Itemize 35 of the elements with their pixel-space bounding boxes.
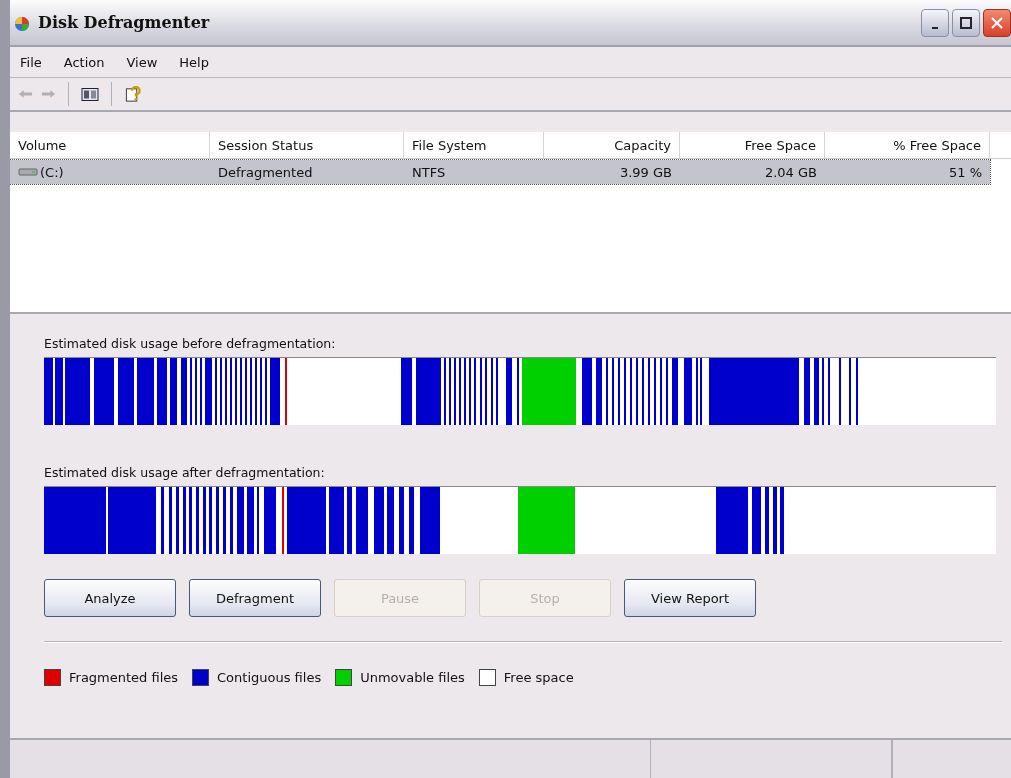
legend-label: Fragmented files [69, 670, 179, 685]
table-cell: 3.99 GB [619, 164, 672, 180]
action-button[interactable]: Analyze [44, 579, 176, 617]
legend-label: Contiguous files [217, 670, 322, 685]
column-header[interactable]: Capacity [544, 132, 680, 158]
minimize-icon [932, 26, 938, 29]
panel-icon[interactable] [81, 85, 99, 103]
table-cell: 2.04 GB [764, 164, 817, 180]
legend-label: Unmovable files [360, 670, 465, 685]
maximize-button[interactable] [952, 8, 980, 37]
usage-label: Estimated disk usage after defragmentation: [44, 465, 326, 480]
column-header[interactable]: File System [404, 132, 544, 158]
close-button[interactable] [983, 8, 1011, 37]
action-button[interactable]: Defragment [189, 579, 321, 617]
maximize-icon [960, 16, 972, 29]
window-title: Disk Defragmenter [38, 13, 210, 32]
usage-label: Estimated disk usage before defragmentation: [44, 336, 337, 351]
close-icon [991, 16, 1003, 29]
table-cell: Defragmented [218, 164, 313, 180]
volume-row[interactable]: (C:) Defragmented NTFS 3.99 GB 2.04 GB 51 % [10, 160, 990, 184]
table-cell: 51 % [948, 164, 982, 180]
drive-icon [18, 167, 38, 177]
column-header[interactable]: Session Status [210, 132, 404, 158]
column-header[interactable]: Free Space [680, 132, 825, 158]
column-header[interactable]: % Free Space [825, 132, 990, 158]
help-icon[interactable] [124, 85, 142, 103]
action-button[interactable]: View Report [624, 579, 756, 617]
menu-item[interactable]: Help [179, 54, 209, 70]
menu-item[interactable]: Action [63, 54, 105, 70]
column-header[interactable]: Volume [10, 132, 210, 158]
menu-item[interactable]: View [126, 54, 158, 70]
table-cell: NTFS [412, 164, 446, 180]
table-cell: (C:) [40, 164, 64, 180]
menu-item[interactable]: File [20, 54, 42, 70]
legend-label: Free space [503, 670, 574, 685]
